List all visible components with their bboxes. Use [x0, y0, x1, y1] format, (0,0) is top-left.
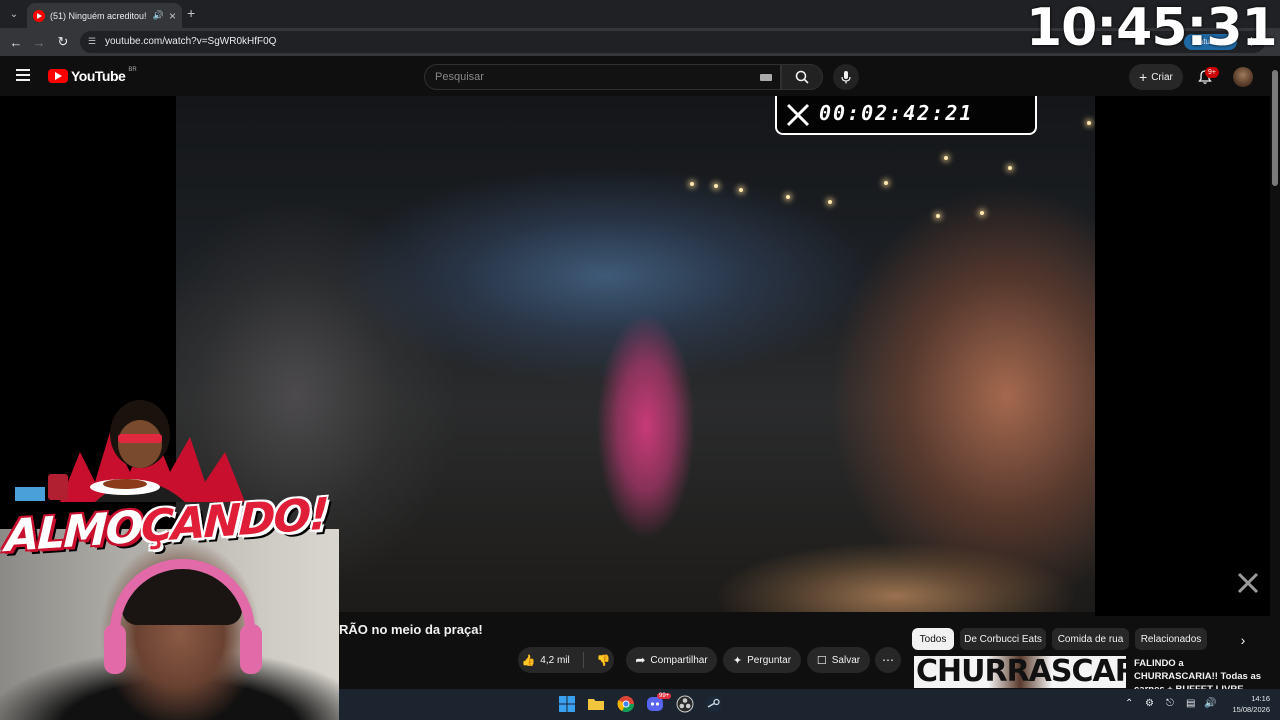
ask-button[interactable]: ✦ Perguntar — [723, 647, 801, 673]
like-count: 4,2 mil — [540, 654, 570, 666]
taskbar-clock[interactable]: 14:16 15/08/2026 — [1226, 693, 1270, 715]
url-text[interactable]: youtube.com/watch?v=SgWR0kHfF0Q — [105, 36, 276, 47]
menu-icon[interactable] — [16, 69, 30, 81]
site-info-icon[interactable]: ☰ — [88, 36, 100, 48]
chips-next-arrow-icon[interactable]: › — [1233, 630, 1253, 650]
country-code: BR — [128, 67, 137, 73]
microphone-icon — [841, 71, 851, 84]
tab-search-chevron-icon[interactable]: ⌄ — [4, 4, 24, 24]
crossed-utensils-icon — [786, 103, 810, 127]
video-letterbox-right — [1095, 96, 1270, 616]
string-light — [786, 195, 790, 199]
sparkle-icon: ✦ — [732, 654, 743, 667]
obs-icon[interactable] — [676, 695, 694, 713]
search-button[interactable] — [781, 64, 823, 90]
taskbar-time: 14:16 — [1251, 694, 1270, 703]
youtube-favicon-icon — [33, 9, 45, 22]
chip-all[interactable]: Todos — [912, 628, 954, 650]
thumbs-up-icon: 👍 — [521, 654, 536, 667]
network-icon[interactable]: ▤ — [1186, 698, 1195, 709]
notifications-badge: 9+ — [1205, 67, 1219, 78]
reload-icon[interactable]: ↻ — [53, 32, 73, 52]
like-button[interactable]: 👍 4,2 mil 👎 — [518, 647, 614, 673]
more-actions-button[interactable]: ⋯ — [875, 647, 901, 673]
string-light — [690, 182, 694, 186]
tray-chevron-icon[interactable]: ⌃ — [1125, 698, 1133, 709]
taskbar-date: 15/08/2026 — [1232, 705, 1270, 714]
windows-taskbar — [339, 689, 1280, 720]
volume-icon[interactable]: 🔊 — [1204, 698, 1216, 709]
string-light — [936, 214, 940, 218]
save-button[interactable]: ☐ Salvar — [807, 647, 870, 673]
brand-part-1: ALMO — [4, 501, 143, 563]
video-timer-text: 00:02:42:21 — [819, 101, 974, 125]
youtube-play-icon — [48, 69, 68, 83]
youtube-wordmark: YouTube — [71, 68, 126, 84]
chip-related[interactable]: Relacionados — [1135, 628, 1207, 650]
chip-channel[interactable]: De Corbucci Eats — [960, 628, 1046, 650]
string-light — [828, 200, 832, 204]
share-button[interactable]: ➦ Compartilhar — [626, 647, 717, 673]
create-button[interactable]: + Criar — [1129, 64, 1183, 90]
steam-icon[interactable] — [705, 695, 723, 713]
ask-label: Perguntar — [747, 654, 792, 666]
close-overlay-icon[interactable] — [1236, 571, 1260, 595]
headphone-earcup-left — [104, 624, 126, 674]
audio-playing-icon[interactable]: 🔊 — [153, 10, 164, 21]
account-avatar[interactable] — [1233, 67, 1253, 87]
microphone-tray-icon[interactable]: ⎋ — [1166, 698, 1174, 709]
tab-title: (51) Ninguém acreditou! Co — [50, 10, 148, 21]
string-light — [1008, 166, 1012, 170]
chrome-icon[interactable] — [617, 695, 635, 713]
discord-badge: 99+ — [657, 693, 672, 699]
chip-street-food[interactable]: Comida de rua — [1052, 628, 1129, 650]
tray-app-icon[interactable]: ⚙ — [1145, 698, 1154, 709]
youtube-logo[interactable]: YouTube BR — [48, 67, 137, 84]
video-timer-overlay: 00:02:42:21 — [775, 96, 1037, 135]
string-light — [739, 188, 743, 192]
more-horizontal-icon: ⋯ — [882, 653, 894, 667]
browser-tab-youtube[interactable]: (51) Ninguém acreditou! Co 🔊 × — [27, 3, 182, 28]
plus-icon: + — [1139, 69, 1148, 85]
voice-search-button[interactable] — [833, 64, 859, 90]
back-arrow-icon[interactable]: ← — [6, 32, 26, 52]
string-light — [944, 156, 948, 160]
create-label: Criar — [1151, 71, 1173, 83]
overlay-clock: 10:45:31 — [1026, 0, 1278, 58]
thumbnail-text: CHURRASCARIA — [916, 656, 1126, 688]
headphone-earcup-right — [240, 624, 262, 674]
windows-start-icon[interactable] — [558, 695, 576, 713]
file-explorer-icon[interactable] — [587, 695, 605, 713]
page-scrollbar-thumb[interactable] — [1272, 70, 1278, 186]
string-light — [980, 211, 984, 215]
bookmark-icon: ☐ — [816, 654, 827, 667]
new-tab-button[interactable]: + — [187, 5, 195, 21]
youtube-header: YouTube BR Pesquisar + Criar — [0, 56, 1280, 96]
keyboard-icon[interactable] — [760, 74, 772, 81]
save-label: Salvar — [831, 654, 861, 666]
string-light — [884, 181, 888, 185]
share-arrow-icon: ➦ — [635, 653, 646, 667]
thumbs-down-icon[interactable]: 👎 — [597, 654, 611, 667]
related-video-thumbnail[interactable]: CHURRASCARIA — [914, 656, 1126, 688]
video-title: RÃO no meio da praça! — [339, 622, 483, 637]
search-placeholder: Pesquisar — [435, 71, 484, 83]
search-input[interactable]: Pesquisar — [424, 64, 781, 90]
share-label: Compartilhar — [650, 654, 708, 666]
close-tab-icon[interactable]: × — [169, 9, 176, 23]
string-light — [714, 184, 718, 188]
stream-brand-logo: ALMOÇANDO! — [0, 392, 328, 582]
search-icon — [795, 70, 809, 84]
string-light — [1087, 121, 1091, 125]
forward-arrow-icon[interactable]: → — [29, 32, 49, 52]
